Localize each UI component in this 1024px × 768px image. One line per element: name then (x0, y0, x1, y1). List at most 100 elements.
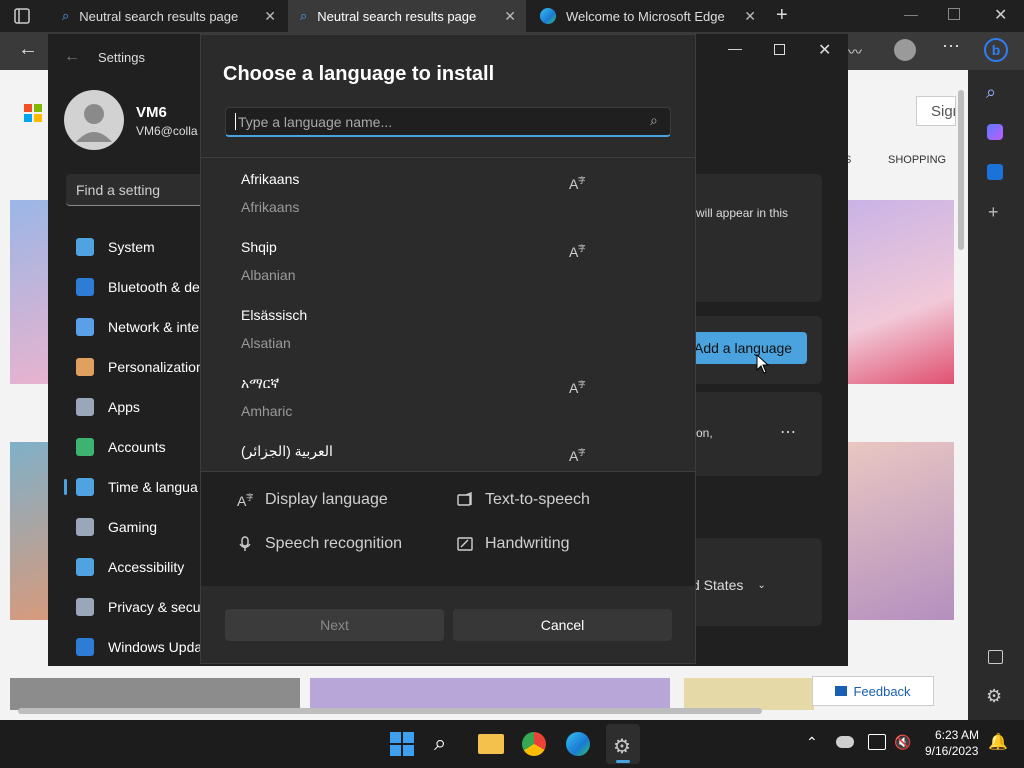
new-tab-icon[interactable]: + (776, 4, 788, 27)
language-item[interactable]: العربية (الجزائر) A 字 (201, 431, 695, 471)
language-search-input[interactable]: Type a language name... ⌕ (225, 107, 671, 137)
onedrive-icon[interactable] (836, 736, 854, 748)
nav-item-icon (76, 278, 94, 296)
restore-icon[interactable] (948, 8, 960, 20)
clock-date[interactable]: 9/16/2023 (925, 744, 978, 758)
network-icon[interactable] (868, 734, 886, 750)
nav-item[interactable]: System (76, 232, 206, 262)
file-explorer-icon[interactable] (478, 734, 504, 754)
nav-item-icon (76, 478, 94, 496)
close-window-icon[interactable]: ✕ (994, 5, 1007, 25)
edge-sidebar: ⌕ + ⚙ (968, 70, 1024, 720)
minimize-icon[interactable]: — (904, 6, 918, 22)
language-english-name: Amharic (241, 403, 293, 419)
divider (201, 157, 695, 158)
profile-avatar[interactable] (894, 39, 916, 61)
back-arrow-icon[interactable]: ← (18, 38, 38, 61)
user-name: VM6 (136, 104, 167, 121)
horizontal-scrollbar[interactable] (18, 708, 762, 714)
language-native-name: Afrikaans (241, 171, 300, 187)
nav-item[interactable]: Windows Upda (76, 632, 206, 662)
left-card-image[interactable] (10, 442, 50, 620)
copilot-sidebar-icon[interactable] (987, 124, 1003, 140)
language-search-placeholder: Type a language name... (238, 114, 393, 130)
microphone-icon (239, 536, 251, 551)
nav-tab-shopping[interactable]: SHOPPING (888, 154, 946, 166)
language-native-name: Elsässisch (241, 307, 308, 323)
edge-icon[interactable] (566, 732, 590, 756)
tab-title: Neutral search results page (317, 8, 477, 24)
nav-item-icon (76, 358, 94, 376)
left-card-image[interactable] (10, 200, 50, 384)
copilot-icon[interactable]: b (984, 38, 1008, 62)
search-icon[interactable]: ⌕ (434, 730, 446, 756)
cancel-button[interactable]: Cancel (453, 609, 672, 641)
browser-tab-1[interactable]: ⌕ Neutral search results page ✕ (50, 0, 286, 32)
settings-close-icon[interactable]: ✕ (818, 40, 831, 60)
show-hidden-icons[interactable]: ⌃ (806, 734, 818, 751)
region-dropdown[interactable]: d States ⌄ (692, 570, 772, 600)
close-tab-icon[interactable]: ✕ (744, 8, 756, 25)
browser-tab-3[interactable]: Welcome to Microsoft Edge ✕ (528, 0, 766, 32)
add-icon[interactable]: + (988, 202, 999, 223)
sign-in-button[interactable]: Sign (916, 96, 956, 126)
health-icon[interactable]: 〰 (848, 42, 862, 62)
nav-item-label: Accessibility (108, 559, 185, 575)
browser-tab-2[interactable]: ⌕ Neutral search results page ✕ (288, 0, 526, 32)
nav-item-label: Personalization (108, 359, 204, 375)
choose-language-dialog: Choose a language to install Type a lang… (200, 34, 696, 664)
volume-icon[interactable]: 🔇 (894, 734, 911, 751)
language-item[interactable]: አማርኛ Amharic A 字 (201, 363, 695, 431)
search-icon[interactable]: ⌕ (986, 82, 996, 103)
clock-time[interactable]: 6:23 AM (935, 728, 979, 742)
nav-item-icon (76, 518, 94, 536)
bottom-strip-image (310, 678, 670, 710)
settings-maximize-icon[interactable] (774, 44, 785, 55)
nav-item[interactable]: Gaming (76, 512, 206, 542)
language-item[interactable]: Shqip Albanian A 字 (201, 227, 695, 295)
language-item[interactable]: Elsässisch Alsatian (201, 295, 695, 363)
nav-item[interactable]: Time & langua (64, 472, 206, 502)
chrome-icon[interactable] (522, 732, 546, 756)
language-options-icon[interactable]: ⋯ (780, 422, 796, 442)
language-item[interactable]: Afrikaans Afrikaans A 字 (201, 159, 695, 227)
next-button[interactable]: Next (225, 609, 444, 641)
split-screen-icon[interactable] (988, 650, 1003, 664)
nav-item[interactable]: Privacy & secu (76, 592, 206, 622)
nav-item[interactable]: Personalization (76, 352, 206, 382)
text-cursor (235, 113, 236, 130)
find-setting-input[interactable]: Find a setting (66, 174, 206, 206)
nav-item-label: Privacy & secu (108, 599, 201, 615)
feedback-button[interactable]: Feedback (812, 676, 934, 706)
more-options-icon[interactable]: ⋯ (942, 36, 960, 57)
nav-item-label: Windows Upda (108, 639, 203, 655)
notification-bell-icon[interactable]: 🔔 (988, 732, 1008, 752)
close-tab-icon[interactable]: ✕ (504, 8, 516, 25)
tab-actions-icon[interactable] (14, 8, 30, 24)
nav-item[interactable]: Bluetooth & de (76, 272, 206, 302)
outlook-icon[interactable] (987, 164, 1003, 180)
nav-item[interactable]: Accounts (76, 432, 206, 462)
tab-title: Neutral search results page (79, 8, 239, 24)
vertical-scrollbar[interactable] (958, 90, 964, 250)
settings-back-icon[interactable]: ← (64, 48, 80, 66)
legend-display-language: A字 Display language (237, 491, 388, 509)
nav-item[interactable]: Network & inte (76, 312, 206, 342)
nav-item[interactable]: Accessibility (76, 552, 206, 582)
close-tab-icon[interactable]: ✕ (264, 8, 276, 25)
on-text: on, (696, 426, 713, 440)
nav-item-icon (76, 438, 94, 456)
add-language-button[interactable]: Add a language (688, 332, 807, 364)
right-card-image[interactable] (848, 200, 954, 384)
right-card-image[interactable] (848, 442, 954, 620)
settings-minimize-icon[interactable]: — (728, 40, 742, 56)
dialog-title: Choose a language to install (223, 63, 495, 85)
start-icon[interactable] (390, 732, 414, 756)
settings-gear-icon[interactable]: ⚙ (986, 686, 1002, 707)
search-icon: ⌕ (650, 112, 658, 128)
appear-text: will appear in this (696, 206, 789, 220)
microsoft-logo (24, 104, 42, 122)
nav-item[interactable]: Apps (76, 392, 206, 422)
settings-taskbar-icon[interactable]: ⚙ (606, 724, 640, 764)
settings-content-card (690, 174, 822, 302)
